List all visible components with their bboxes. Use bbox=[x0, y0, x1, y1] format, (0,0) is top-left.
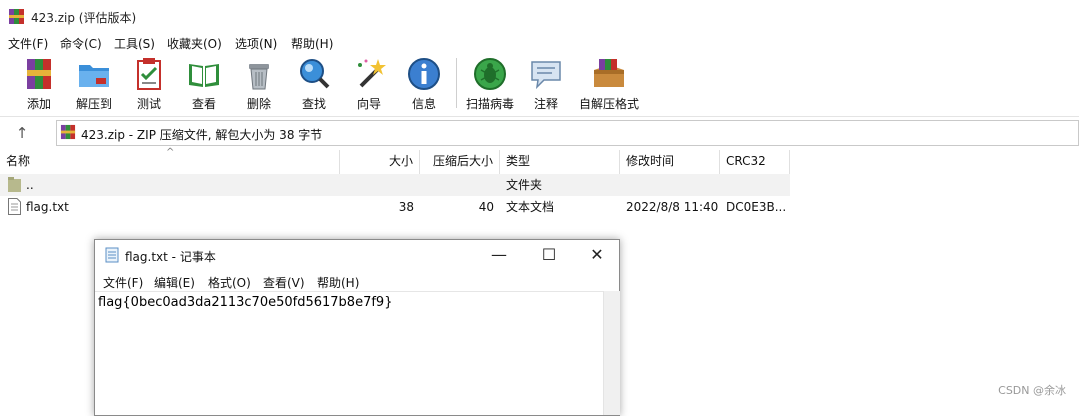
minimize-icon: — bbox=[491, 245, 507, 264]
notepad-icon bbox=[105, 247, 119, 263]
file-size: 38 bbox=[398, 200, 414, 214]
extract-to-icon bbox=[79, 65, 109, 87]
column-name-label: 名称 bbox=[6, 154, 31, 168]
menu-help[interactable]: 帮助(H) bbox=[291, 35, 333, 52]
delete-button[interactable]: 删除 bbox=[235, 52, 283, 114]
toolbar-separator bbox=[456, 58, 457, 108]
close-icon: ✕ bbox=[590, 245, 604, 264]
file-list-header: 名称 ^ 大小 压缩后大小 类型 修改时间 CRC32 bbox=[0, 147, 1079, 174]
notepad-vertical-scrollbar[interactable] bbox=[603, 291, 620, 415]
up-arrow-icon[interactable]: ↑ bbox=[10, 122, 34, 144]
minimize-button[interactable]: — bbox=[479, 244, 519, 266]
notepad-menu-help[interactable]: 帮助(H) bbox=[317, 274, 359, 291]
find-button[interactable]: 查找 bbox=[290, 52, 338, 114]
file-name: .. bbox=[26, 178, 34, 192]
notepad-title-bar: flag.txt - 记事本 — ☐ ✕ bbox=[95, 240, 619, 270]
sort-ascending-icon: ^ bbox=[166, 147, 175, 158]
menu-bar: 文件(F) 命令(C) 工具(S) 收藏夹(O) 选项(N) 帮助(H) bbox=[0, 32, 1079, 52]
file-type: 文件夹 bbox=[506, 178, 543, 192]
magnifier-icon bbox=[300, 59, 330, 89]
delete-label: 删除 bbox=[246, 97, 271, 111]
file-crc: DC0E3B... bbox=[726, 200, 786, 214]
find-label: 查找 bbox=[301, 97, 326, 111]
notepad-menu-bar: 文件(F) 编辑(E) 格式(O) 查看(V) 帮助(H) bbox=[95, 271, 619, 291]
wizard-label: 向导 bbox=[356, 97, 381, 111]
notepad-menu-file[interactable]: 文件(F) bbox=[103, 274, 143, 291]
add-archive-icon bbox=[27, 59, 51, 89]
title-bar: 423.zip (评估版本) bbox=[0, 0, 1079, 32]
add-button[interactable]: 添加 bbox=[15, 52, 63, 114]
file-name: flag.txt bbox=[26, 200, 69, 214]
comment-button[interactable]: 注释 bbox=[522, 52, 570, 114]
column-type[interactable]: 类型 bbox=[500, 150, 620, 174]
trash-icon bbox=[249, 64, 269, 90]
extract-to-label: 解压到 bbox=[75, 97, 112, 111]
info-button[interactable]: 信息 bbox=[400, 52, 448, 114]
wizard-wand-icon bbox=[358, 59, 386, 88]
address-bar: ↑ 423.zip - ZIP 压缩文件, 解包大小为 38 字节 bbox=[0, 118, 1079, 148]
sfx-label: 自解压格式 bbox=[578, 97, 639, 111]
add-label: 添加 bbox=[26, 97, 51, 111]
menu-favorites[interactable]: 收藏夹(O) bbox=[167, 35, 222, 52]
test-label: 测试 bbox=[136, 97, 161, 111]
view-book-icon bbox=[189, 64, 219, 87]
winrar-app-icon bbox=[9, 9, 24, 24]
menu-tools[interactable]: 工具(S) bbox=[114, 35, 155, 52]
column-modified[interactable]: 修改时间 bbox=[620, 150, 720, 174]
notepad-menu-edit[interactable]: 编辑(E) bbox=[154, 274, 195, 291]
column-name[interactable]: 名称 ^ bbox=[0, 147, 340, 174]
watermark: CSDN @余冰 bbox=[998, 384, 1066, 397]
file-modified: 2022/8/8 11:40 bbox=[626, 200, 719, 214]
maximize-button[interactable]: ☐ bbox=[529, 244, 569, 266]
address-text: 423.zip - ZIP 压缩文件, 解包大小为 38 字节 bbox=[81, 128, 323, 142]
column-packed[interactable]: 压缩后大小 bbox=[420, 150, 500, 174]
virus-scan-label: 扫描病毒 bbox=[465, 97, 514, 111]
file-packed-size: 40 bbox=[478, 200, 494, 214]
test-button[interactable]: 测试 bbox=[125, 52, 173, 114]
folder-icon bbox=[8, 177, 21, 192]
virus-scan-icon bbox=[474, 58, 506, 90]
notepad-menu-format[interactable]: 格式(O) bbox=[208, 274, 251, 291]
maximize-icon: ☐ bbox=[541, 245, 557, 264]
notepad-menu-view[interactable]: 查看(V) bbox=[263, 274, 305, 291]
close-button[interactable]: ✕ bbox=[577, 244, 617, 266]
sfx-icon bbox=[594, 59, 624, 87]
text-file-icon bbox=[8, 198, 21, 215]
file-type: 文本文档 bbox=[506, 200, 555, 214]
info-label: 信息 bbox=[411, 97, 436, 111]
column-size[interactable]: 大小 bbox=[340, 150, 420, 174]
column-crc[interactable]: CRC32 bbox=[720, 150, 790, 174]
notepad-content: flag{0bec0ad3da2113c70e50fd5617b8e7f9} bbox=[98, 295, 393, 310]
view-button[interactable]: 查看 bbox=[180, 52, 228, 114]
menu-options[interactable]: 选项(N) bbox=[235, 35, 277, 52]
window-title: 423.zip (评估版本) bbox=[31, 11, 137, 25]
notepad-title: flag.txt - 记事本 bbox=[125, 250, 216, 264]
wizard-button[interactable]: 向导 bbox=[345, 52, 393, 114]
info-icon bbox=[408, 58, 440, 90]
view-label: 查看 bbox=[191, 97, 216, 111]
toolbar: 添加 解压到 测试 查看 删除 查找 向导 信息 扫描病毒 注释 自解压格式 bbox=[0, 52, 1079, 117]
menu-file[interactable]: 文件(F) bbox=[8, 35, 48, 52]
notepad-text-area[interactable]: flag{0bec0ad3da2113c70e50fd5617b8e7f9} bbox=[95, 291, 603, 416]
extract-to-button[interactable]: 解压到 bbox=[70, 52, 118, 114]
comment-icon bbox=[531, 61, 561, 90]
test-icon bbox=[137, 58, 161, 90]
menu-command[interactable]: 命令(C) bbox=[60, 35, 102, 52]
zip-archive-icon bbox=[60, 124, 76, 140]
notepad-window: flag.txt - 记事本 — ☐ ✕ 文件(F) 编辑(E) 格式(O) 查… bbox=[94, 239, 620, 416]
table-row[interactable]: flag.txt 38 40 文本文档 2022/8/8 11:40 DC0E3… bbox=[0, 196, 790, 218]
table-row[interactable]: .. 文件夹 bbox=[0, 174, 790, 196]
address-field[interactable]: 423.zip - ZIP 压缩文件, 解包大小为 38 字节 bbox=[56, 120, 1079, 146]
virus-scan-button[interactable]: 扫描病毒 bbox=[462, 52, 518, 114]
comment-label: 注释 bbox=[533, 97, 558, 111]
sfx-button[interactable]: 自解压格式 bbox=[576, 52, 642, 114]
